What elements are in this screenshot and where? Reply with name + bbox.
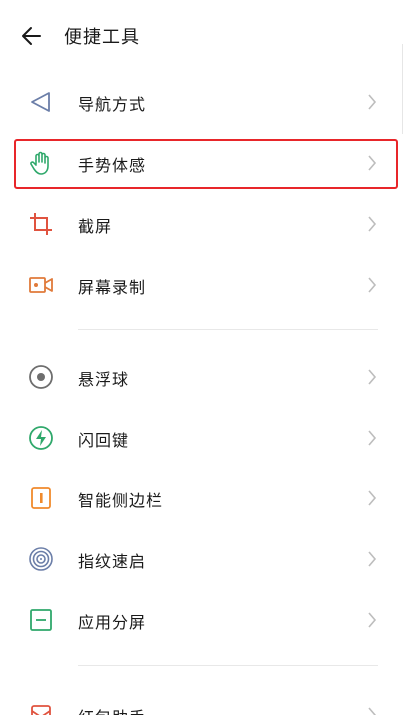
item-label: 悬浮球 [78,370,130,389]
list-item-red-envelope[interactable]: 红包助手 [0,687,408,715]
list-item-floating-ball[interactable]: 悬浮球 [0,349,408,405]
chevron-right-icon [368,369,377,385]
flash-icon [29,426,53,450]
list-item-fingerprint-launch[interactable]: 指纹速启 [0,531,408,587]
red-envelope-icon [31,705,51,715]
page-title: 便捷工具 [64,27,140,48]
chevron-right-icon [368,430,377,446]
item-label: 闪回键 [78,431,130,450]
list-item-screen-record[interactable]: 屏幕录制 [0,257,408,313]
item-label: 应用分屏 [78,613,147,632]
chevron-right-icon [368,277,377,293]
list-item-screenshot[interactable]: 截屏 [0,196,408,252]
floating-ball-icon [29,365,53,389]
video-camera-icon [29,277,53,293]
section-divider [78,665,378,666]
chevron-right-icon [368,707,377,715]
item-label: 指纹速启 [78,552,147,571]
chevron-right-icon [368,94,377,110]
chevron-right-icon [368,216,377,232]
fingerprint-icon [29,547,53,571]
list-item-smart-sidebar[interactable]: 智能侧边栏 [0,470,408,526]
item-label: 屏幕录制 [78,278,147,297]
crop-icon [30,213,52,235]
split-screen-icon [30,609,52,631]
item-label: 智能侧边栏 [78,491,164,510]
chevron-right-icon [368,551,377,567]
item-label: 红包助手 [78,704,146,715]
back-arrow-icon [22,27,41,45]
back-button[interactable] [18,22,48,50]
section-divider [78,329,378,330]
list-item-flashback-key[interactable]: 闪回键 [0,410,408,466]
highlight-annotation-box [14,139,398,189]
settings-page: 便捷工具 导航方式 手势体感 截屏 屏幕录制 悬浮球 闪回键 智能侧边栏 指纹速… [0,0,408,715]
sidebar-icon [31,487,51,509]
navigation-triangle-icon [31,92,50,112]
header: 便捷工具 [0,0,408,72]
item-label: 导航方式 [78,95,147,114]
item-label: 截屏 [78,217,113,236]
chevron-right-icon [368,490,377,506]
chevron-right-icon [368,612,377,628]
list-item-split-screen[interactable]: 应用分屏 [0,592,408,648]
list-item-navigation[interactable]: 导航方式 [0,74,408,130]
